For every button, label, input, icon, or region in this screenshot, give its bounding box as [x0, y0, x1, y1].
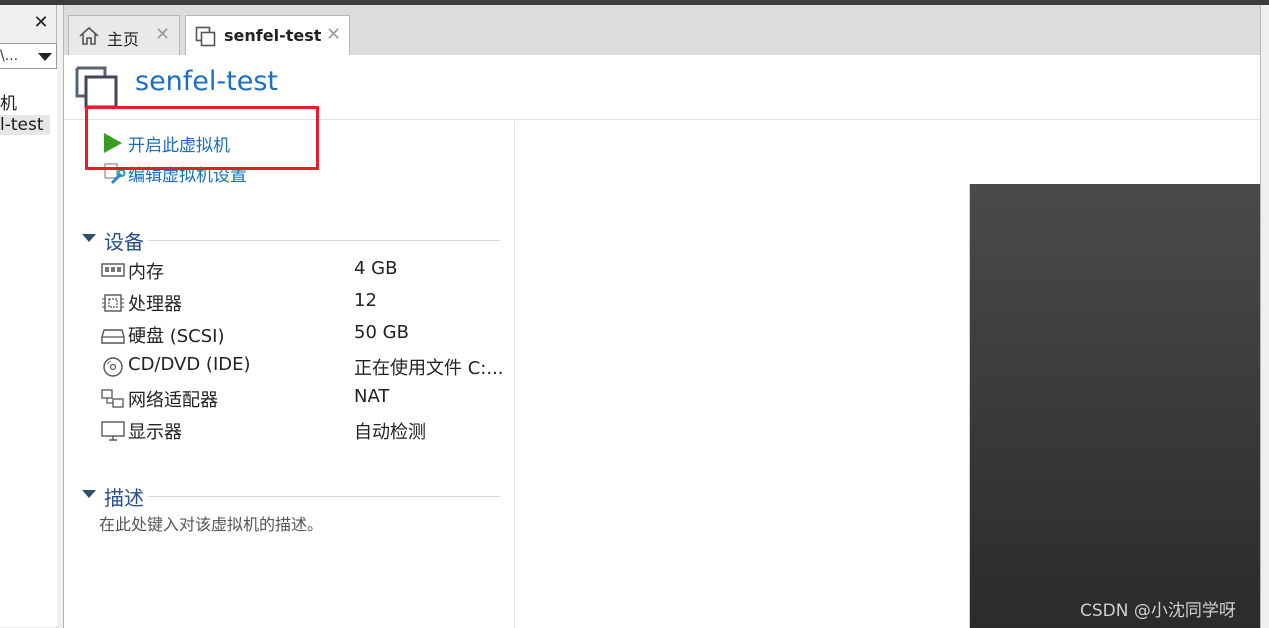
library-tree: 机 l-test — [0, 69, 57, 627]
library-panel: ✕ \... 机 l-test — [0, 5, 57, 628]
home-icon — [79, 26, 99, 45]
device-value: 自动检测 — [354, 422, 426, 443]
devices-section-title: 设备 — [104, 230, 144, 254]
memory-icon — [101, 263, 125, 277]
description-section-header[interactable]: 描述 — [82, 482, 500, 510]
section-divider — [148, 240, 500, 241]
description-section-title: 描述 — [104, 486, 144, 510]
device-row-harddisk[interactable]: 硬盘 (SCSI) 50 GB — [101, 322, 501, 350]
device-value: 50 GB — [354, 322, 409, 343]
device-row-memory[interactable]: 内存 4 GB — [101, 258, 501, 286]
watermark-text: CSDN @小沈同学呀 — [1080, 601, 1236, 621]
processor-icon — [102, 294, 124, 312]
network-adapter-icon — [101, 389, 124, 408]
dropdown-caret-icon[interactable] — [38, 53, 52, 61]
highlight-box — [85, 106, 319, 170]
device-value: 4 GB — [354, 258, 398, 279]
window-right-edge — [1260, 5, 1269, 628]
tab-bar: 主页 ✕ senfel-test ✕ — [63, 5, 1260, 55]
cd-dvd-icon — [103, 357, 123, 377]
collapse-caret-icon[interactable] — [82, 490, 96, 498]
tab-senfel-test[interactable]: senfel-test ✕ — [185, 15, 350, 55]
vm-large-icon — [75, 66, 118, 109]
devices-section-header[interactable]: 设备 — [82, 226, 500, 254]
device-name: 处理器 — [128, 294, 182, 315]
tab-home-close-icon[interactable]: ✕ — [155, 24, 170, 45]
library-search-dropdown[interactable]: \... — [0, 43, 57, 69]
description-field[interactable]: 在此处键入对该虚拟机的描述。 — [99, 511, 323, 535]
display-icon — [101, 421, 125, 441]
device-value: NAT — [354, 386, 390, 407]
vm-title: senfel-test — [135, 66, 279, 97]
harddisk-icon — [101, 329, 125, 344]
device-row-processor[interactable]: 处理器 12 — [101, 290, 501, 318]
collapse-caret-icon[interactable] — [82, 234, 96, 242]
library-search-text: \... — [0, 48, 19, 64]
tab-senfel-test-label: senfel-test — [224, 26, 322, 45]
tab-senfel-test-close-icon[interactable]: ✕ — [326, 24, 341, 45]
library-item-senfel-test[interactable]: l-test — [0, 115, 50, 135]
tab-home-label: 主页 — [107, 30, 140, 49]
device-name: CD/DVD (IDE) — [128, 354, 251, 375]
device-name: 硬盘 (SCSI) — [128, 326, 225, 347]
library-item-my-computer[interactable]: 机 — [0, 89, 17, 114]
device-value: 12 — [354, 290, 377, 311]
device-row-cd-dvd[interactable]: CD/DVD (IDE) 正在使用文件 C:... — [101, 354, 504, 382]
vm-preview-thumbnail[interactable] — [969, 184, 1261, 628]
device-row-display[interactable]: 显示器 自动检测 — [101, 418, 501, 446]
vm-icon — [195, 26, 216, 47]
device-name: 内存 — [128, 262, 164, 283]
library-close-button[interactable]: ✕ — [32, 14, 50, 32]
vm-summary-page: senfel-test 开启此虚拟机 编辑虚拟机设置 设备 内存 4 GB 处理… — [63, 55, 1261, 628]
device-name: 显示器 — [128, 422, 182, 443]
section-divider — [148, 496, 500, 497]
tab-home[interactable]: 主页 ✕ — [68, 15, 180, 55]
device-value: 正在使用文件 C:... — [354, 358, 504, 379]
device-row-network-adapter[interactable]: 网络适配器 NAT — [101, 386, 501, 414]
device-name: 网络适配器 — [128, 390, 218, 411]
